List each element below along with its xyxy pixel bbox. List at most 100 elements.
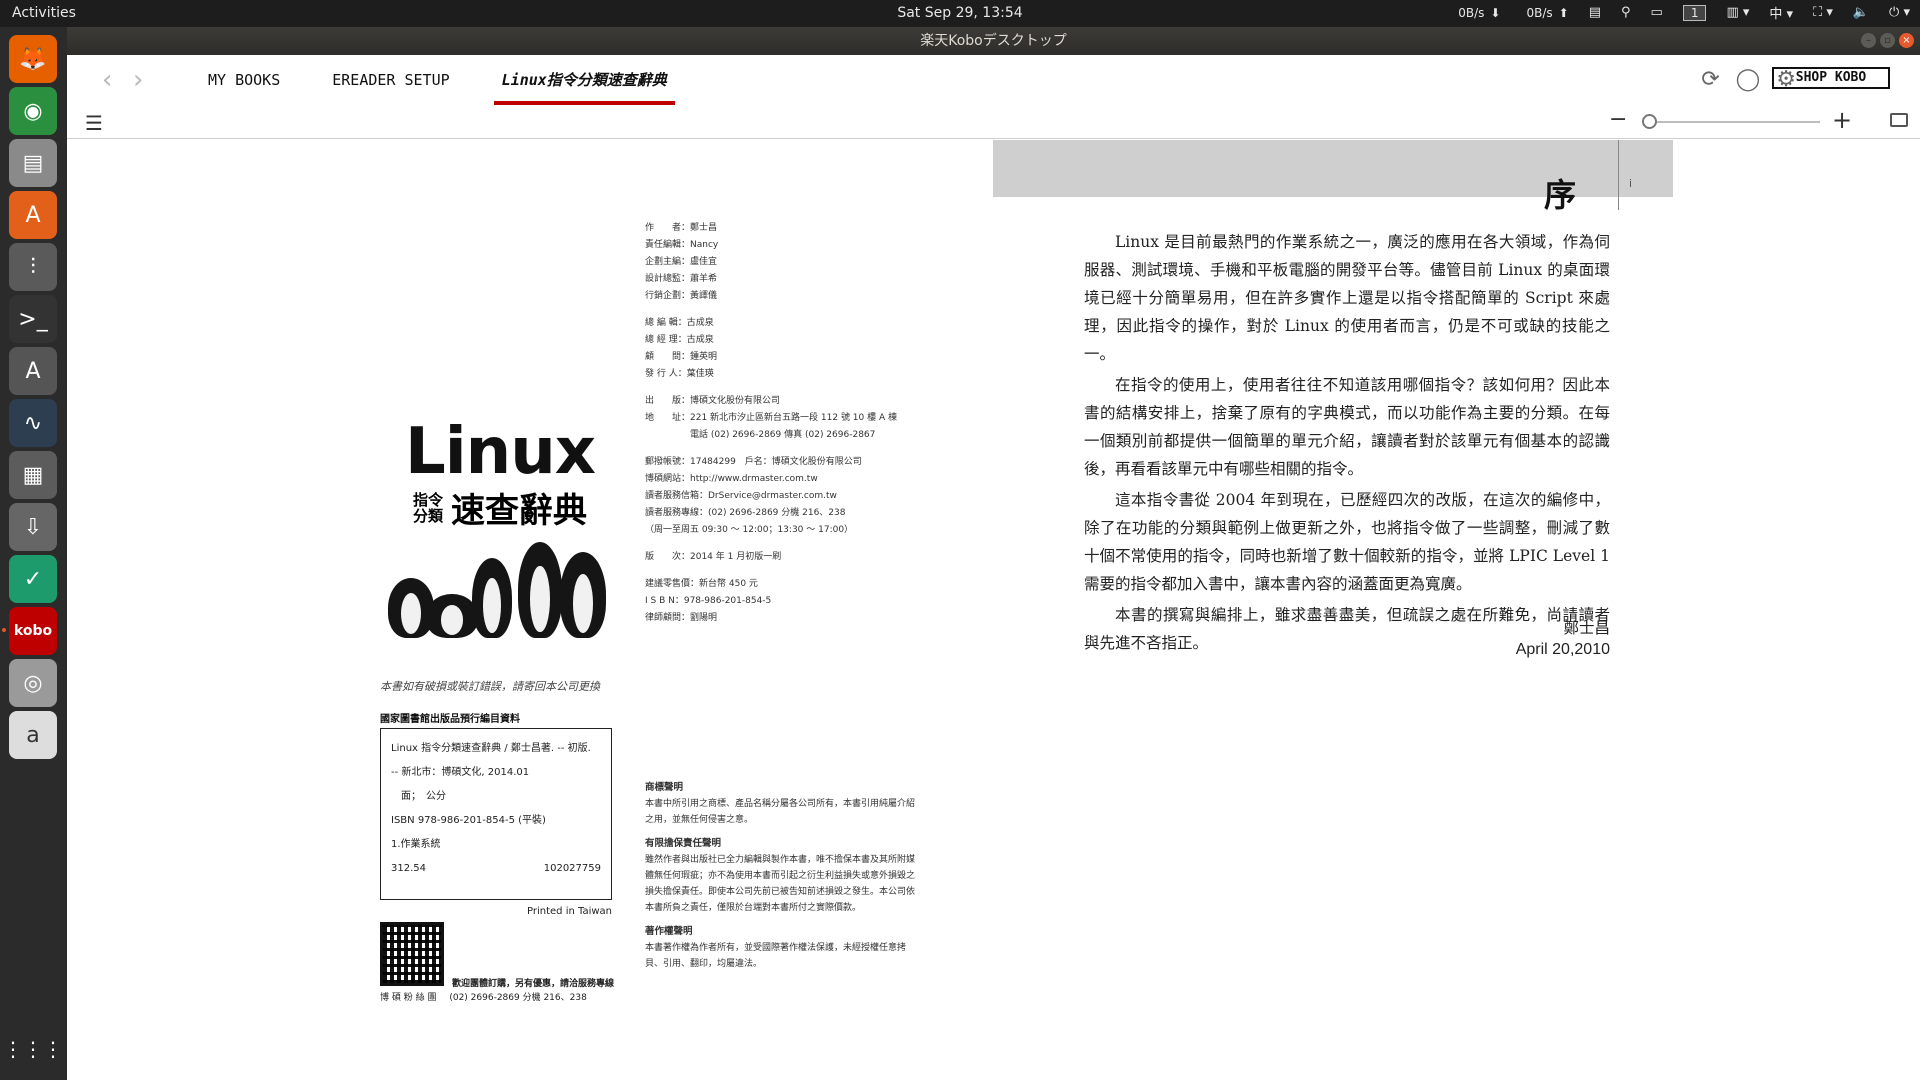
network-icon[interactable]: ⛶ ▾ bbox=[1813, 5, 1833, 20]
chapter-title: 序 bbox=[1544, 176, 1577, 214]
arrow-up-icon: ⬆ bbox=[1558, 5, 1569, 20]
cover-subtitle: 指令分類 速查辭典 bbox=[380, 483, 620, 532]
dock-app-green-icon[interactable]: ✓ bbox=[9, 555, 57, 603]
page-layout-icon[interactable] bbox=[1890, 113, 1908, 127]
tab-current-book[interactable]: Linux指令分類速查辭典 bbox=[493, 55, 675, 105]
zoom-slider-handle[interactable] bbox=[1642, 114, 1657, 129]
tab-my-books[interactable]: MY BOOKS bbox=[200, 55, 288, 105]
publication-line: 企劃主編：盧佳宜 bbox=[645, 257, 718, 267]
cip-title: 國家圖書館出版品預行編目資料 bbox=[380, 714, 520, 725]
zoom-out-icon[interactable]: − bbox=[1609, 107, 1627, 132]
publication-line: 建議零售價：新台幣 450 元 bbox=[645, 579, 758, 589]
dock-disc-icon[interactable]: ◎ bbox=[9, 659, 57, 707]
tab-ereader-setup[interactable]: EREADER SETUP bbox=[324, 55, 457, 105]
qr-code bbox=[380, 922, 444, 986]
reading-area[interactable]: Linux 指令分類 速查辭典 作 者：鄭士昌 責任編輯：Nancy 企劃主編：盧佳… bbox=[67, 140, 1920, 1080]
preface-paragraph: 在指令的使用上，使用者往往不知道該用哪個指令？該如何用？因此本書的結構安排上，捨… bbox=[1084, 376, 1610, 478]
qr-caption-label: 博 碩 粉 絲 團 bbox=[380, 993, 437, 1003]
publication-line: 發 行 人：葉佳瑛 bbox=[645, 369, 714, 379]
dock-updater-icon[interactable]: A bbox=[9, 347, 57, 395]
publication-line: 讀者服務信箱：DrService@drmaster.com.tw bbox=[645, 491, 837, 501]
dock-files-icon[interactable]: ▤ bbox=[9, 139, 57, 187]
publication-line: 責任編輯：Nancy bbox=[645, 240, 719, 250]
power-icon[interactable]: ⏻ ▾ bbox=[1889, 5, 1910, 20]
dock-installer-icon[interactable]: ⇩ bbox=[9, 503, 57, 551]
legal-title: 著作權聲明 bbox=[645, 926, 693, 937]
qr-caption: 博 碩 粉 絲 團 (02) 2696-2869 分機 216、238 bbox=[380, 990, 587, 1003]
window-title-bar: 楽天Koboデスクトップ – ▫ × bbox=[67, 27, 1920, 55]
cip-line: -- 新北市：博碩文化, 2014.01 bbox=[391, 767, 530, 778]
sync-icon[interactable]: ⟳ bbox=[1701, 67, 1719, 92]
publication-line: 博碩網站：http://www.drmaster.com.tw bbox=[645, 474, 818, 484]
legal-title: 商標聲明 bbox=[645, 782, 684, 793]
publication-info: 作 者：鄭士昌 責任編輯：Nancy 企劃主編：盧佳宜 設計總監：蕭羊希 行銷企劃：黃譯… bbox=[645, 220, 915, 627]
zoom-slider-track[interactable] bbox=[1645, 121, 1820, 123]
arrow-down-icon: ⬇ bbox=[1490, 5, 1501, 20]
net-down-value: 0B/s bbox=[1458, 5, 1485, 20]
publication-line: 郵撥帳號：17484299 戶名：博碩文化股份有限公司 bbox=[645, 457, 862, 467]
launcher-dock: 🦊 ◉ ▤ A ⫶ >_ A ∿ ▦ ⇩ ✓ kobo ◎ a ⋮⋮⋮ bbox=[0, 27, 67, 1080]
cip-record: Linux 指令分類速查辭典 / 鄭士昌著. -- 初版. -- 新北市：博碩文… bbox=[380, 728, 612, 900]
close-button[interactable]: × bbox=[1899, 33, 1914, 48]
display-icon[interactable]: ▭ bbox=[1651, 5, 1663, 20]
input-method-indicator[interactable]: 中 ▾ bbox=[1769, 3, 1793, 22]
maximize-button[interactable]: ▫ bbox=[1880, 33, 1895, 48]
dock-system-monitor-icon[interactable]: ∿ bbox=[9, 399, 57, 447]
input-method-label: 中 bbox=[1769, 7, 1783, 22]
workspace-indicator[interactable]: 1 bbox=[1682, 4, 1707, 21]
clipboard-icon[interactable]: ▥ ▾ bbox=[1726, 5, 1749, 20]
dock-software-center-icon[interactable]: A bbox=[9, 191, 57, 239]
cip-line: ISBN 978-986-201-854-5 (平裝) bbox=[391, 815, 546, 826]
dock-kobo-icon[interactable]: kobo bbox=[2, 607, 57, 655]
system-tray: 0B/s ⬇ 0B/s ⬆ ▤ ⚲ ▭ 1 ▥ ▾ 中 ▾ ⛶ ▾ 🔈 ⏻ ▾ bbox=[1458, 3, 1910, 22]
publication-line: 行銷企劃：黃譯儀 bbox=[645, 291, 718, 301]
legal-text: 本書中所引用之商標、產品名稱分屬各公司所有，本書引用純屬介紹之用，並無任何侵害之… bbox=[645, 799, 916, 825]
location-icon[interactable]: ⚲ bbox=[1621, 5, 1631, 20]
dock-chrome-icon[interactable]: ◉ bbox=[9, 87, 57, 135]
cip-number: 102027759 bbox=[543, 863, 601, 874]
dock-calculator-icon[interactable]: ▦ bbox=[9, 451, 57, 499]
qr-phone: (02) 2696-2869 分機 216、238 bbox=[449, 993, 587, 1003]
show-applications-icon[interactable]: ⋮⋮⋮ bbox=[3, 1025, 63, 1073]
system-top-bar: Activities Sat Sep 29, 13:54 0B/s ⬇ 0B/s… bbox=[0, 0, 1920, 27]
publication-line: 作 者：鄭士昌 bbox=[645, 223, 718, 233]
publication-line: 總 經 理：古成泉 bbox=[645, 335, 714, 345]
activities-button[interactable]: Activities bbox=[12, 5, 76, 21]
publication-line: 出 版：博碩文化股份有限公司 bbox=[645, 396, 781, 406]
cip-footer: 312.54 102027759 bbox=[391, 857, 601, 881]
net-up-value: 0B/s bbox=[1526, 5, 1553, 20]
return-notice: 本書如有破損或裝訂錯誤，請寄回本公司更換 bbox=[380, 680, 600, 693]
publication-line: 設計總監：蕭羊希 bbox=[645, 274, 718, 284]
net-speed-indicator[interactable]: 0B/s ⬇ 0B/s ⬆ bbox=[1458, 6, 1568, 20]
volume-icon[interactable]: 🔈 bbox=[1853, 5, 1869, 20]
publication-line: 顧 問：鍾英明 bbox=[645, 352, 718, 362]
publication-line: （周一至周五 09:30 ～ 12:00；13:30 ～ 17:00） bbox=[645, 525, 854, 535]
account-icon[interactable]: ◯ bbox=[1736, 67, 1761, 92]
notes-icon[interactable]: ▤ bbox=[1589, 5, 1601, 20]
legal-statements: 商標聲明本書中所引用之商標、產品名稱分屬各公司所有，本書引用純屬介紹之用，並無任… bbox=[645, 772, 915, 972]
dock-amazon-icon[interactable]: a bbox=[9, 711, 57, 759]
cover-subtitle-small: 指令分類 bbox=[413, 490, 444, 525]
forward-arrow-icon[interactable]: › bbox=[133, 65, 143, 95]
publication-line: 讀者服務專線：(02) 2696-2869 分機 216、238 bbox=[645, 508, 846, 518]
book-cover: Linux 指令分類 速查辭典 bbox=[380, 415, 620, 638]
cip-line: 1.作業系統 bbox=[391, 839, 441, 850]
preface-text: Linux 是目前最熱門的作業系統之一，廣泛的應用在各大領域，作為伺服器、測試環… bbox=[1084, 228, 1610, 660]
back-arrow-icon[interactable]: ‹ bbox=[102, 65, 112, 95]
zoom-in-icon[interactable]: + bbox=[1832, 106, 1852, 134]
legal-text: 本書著作權為作者所有，並受國際著作權法保護，未經授權任意拷貝、引用、翻印，均屬違… bbox=[645, 943, 907, 969]
publication-line: I S B N：978-986-201-854-5 bbox=[645, 596, 772, 606]
dock-mixer-icon[interactable]: ⫶ bbox=[9, 243, 57, 291]
cip-class: 312.54 bbox=[391, 863, 426, 874]
dock-firefox-icon[interactable]: 🦊 bbox=[9, 35, 57, 83]
publication-line: 地 址：221 新北市汐止區新台五路一段 112 號 10 樓 A 棟 bbox=[645, 413, 897, 423]
table-of-contents-icon[interactable]: ☰ bbox=[85, 111, 103, 135]
shop-kobo-button[interactable]: SHOP KOBO bbox=[1772, 67, 1890, 89]
minimize-button[interactable]: – bbox=[1861, 33, 1876, 48]
dock-terminal-icon[interactable]: >_ bbox=[9, 295, 57, 343]
penguins-illustration bbox=[380, 538, 620, 638]
publication-line: 律師顧問：劉陽明 bbox=[645, 613, 718, 623]
